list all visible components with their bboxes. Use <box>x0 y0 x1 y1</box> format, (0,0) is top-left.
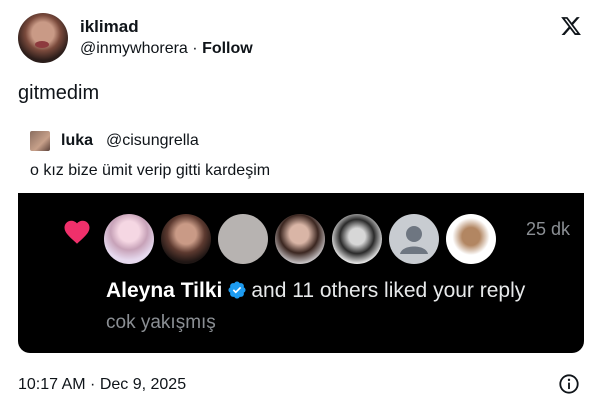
tweet-text: gitmedim <box>18 82 100 104</box>
info-icon[interactable] <box>558 373 580 395</box>
quote-author-avatar <box>30 131 50 151</box>
x-logo-icon[interactable] <box>560 15 582 37</box>
liker-avatar <box>332 214 382 264</box>
liker-avatar <box>446 214 496 264</box>
quote-author-handle: @cisungrella <box>106 132 199 149</box>
author-avatar[interactable] <box>18 13 68 63</box>
quote-text: o kız bize ümit verip gitti kardeşim <box>30 162 271 179</box>
notification-screenshot[interactable]: 25 dk Aleyna Tilki and 11 others liked yo… <box>18 193 584 353</box>
liker-avatar <box>218 214 268 264</box>
liker-avatar <box>389 214 439 264</box>
verified-badge-icon <box>228 281 246 299</box>
liked-suffix: and 11 others liked your reply <box>251 279 526 302</box>
liker-avatar <box>161 214 211 264</box>
separator-dot: · <box>192 40 198 57</box>
liker-avatar <box>104 214 154 264</box>
liker-name: Aleyna Tilki <box>106 279 223 302</box>
author-info: iklimad @inmywhorera · Follow <box>80 16 253 60</box>
tweet-timestamp[interactable]: 10:17 AM · Dec 9, 2025 <box>18 375 186 395</box>
liked-notification-text: Aleyna Tilki and 11 others liked your rep… <box>106 278 525 304</box>
default-profile-icon <box>400 226 428 254</box>
quote-author-name: luka <box>61 132 94 149</box>
liker-avatar <box>275 214 325 264</box>
author-handle-row: @inmywhorera · Follow <box>80 38 253 60</box>
author-display-name[interactable]: iklimad <box>80 16 253 38</box>
heart-icon <box>64 220 90 244</box>
tweet-footer: 10:17 AM · Dec 9, 2025 <box>18 372 584 396</box>
reply-text: cok yakışmış <box>106 312 216 333</box>
notification-time: 25 dk <box>525 219 570 239</box>
author-handle[interactable]: @inmywhorera <box>80 40 188 57</box>
tweet-header: iklimad @inmywhorera · Follow <box>18 13 584 65</box>
follow-button[interactable]: Follow <box>202 40 253 57</box>
